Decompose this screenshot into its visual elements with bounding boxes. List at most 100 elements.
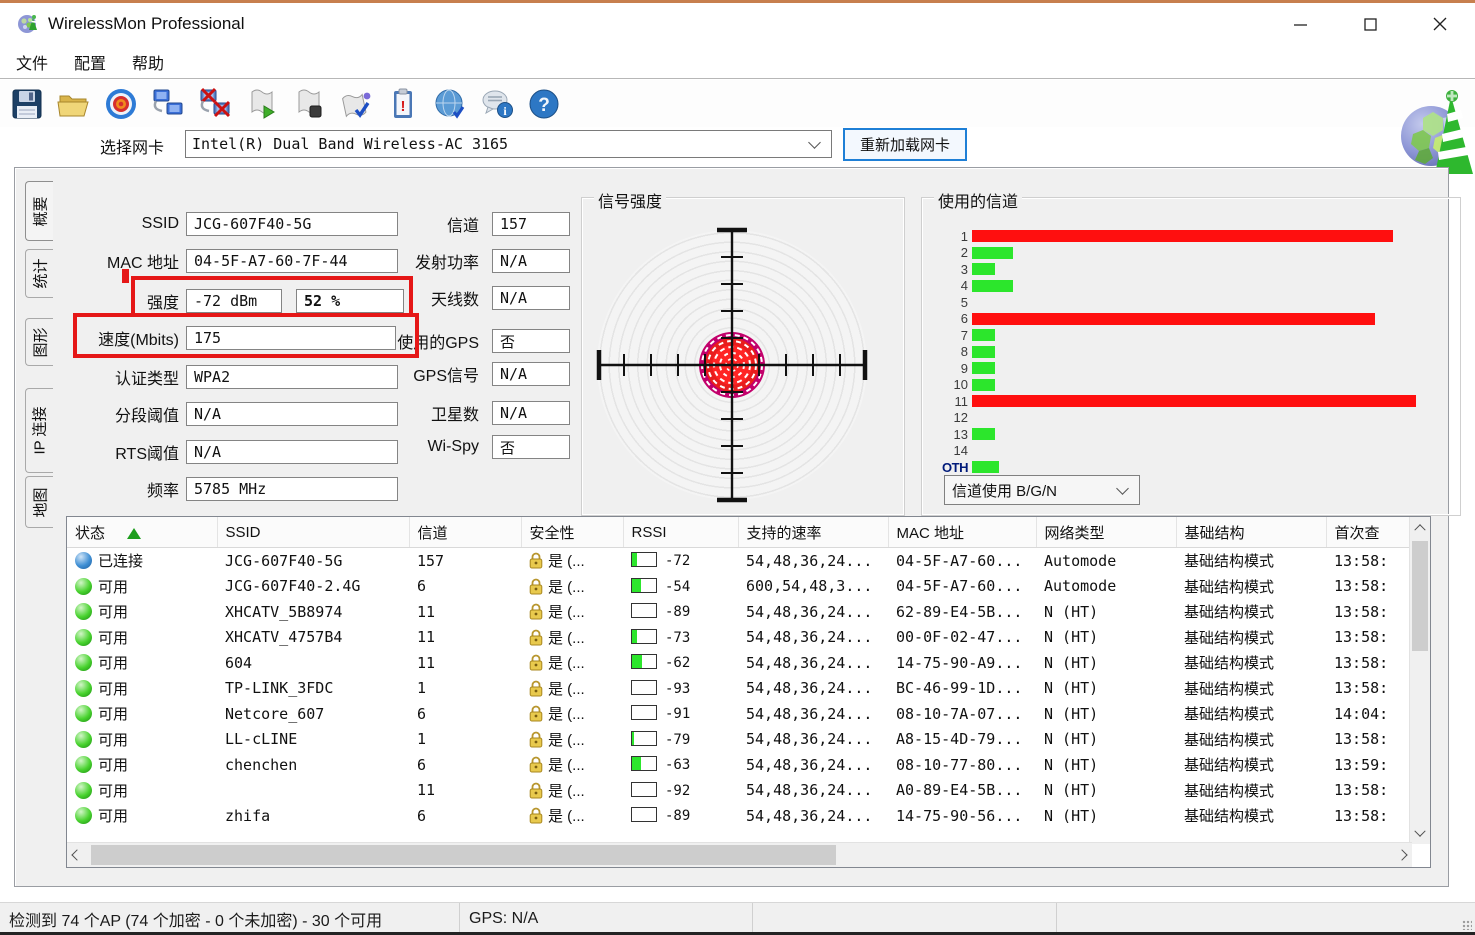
maximize-icon — [1363, 17, 1378, 32]
resize-grip[interactable] — [1462, 920, 1472, 930]
status-icon — [75, 603, 92, 620]
window-title: WirelessMon Professional — [48, 14, 245, 34]
web-check-button[interactable] — [430, 84, 470, 124]
col-security[interactable]: 安全性 — [521, 517, 623, 548]
table-row[interactable]: 可用11是 (...-9254,48,36,24...A0-89-E4-5B..… — [67, 778, 1411, 804]
channel-row: 9 — [930, 360, 1430, 377]
rssi-meter — [631, 654, 657, 669]
scroll-up-arrow[interactable] — [1410, 517, 1430, 537]
rssi-meter — [631, 603, 657, 618]
close-button[interactable] — [1405, 3, 1475, 45]
lock-icon — [529, 756, 543, 773]
channel-row: 6 — [930, 311, 1430, 328]
stop-logging-button[interactable] — [289, 84, 329, 124]
lock-icon — [529, 629, 543, 646]
col-rates[interactable]: 支持的速率 — [738, 517, 888, 548]
col-network-type[interactable]: 网络类型 — [1036, 517, 1176, 548]
tips-info-icon: i — [478, 86, 516, 122]
log-report-button[interactable] — [336, 84, 376, 124]
menu-help[interactable]: 帮助 — [122, 46, 174, 78]
satellites-value: N/A — [492, 401, 570, 425]
table-row[interactable]: 可用XHCATV_5B897411是 (...-8954,48,36,24...… — [67, 599, 1411, 625]
rssi-meter — [631, 629, 657, 644]
save-button[interactable] — [7, 84, 47, 124]
col-channel[interactable]: 信道 — [409, 517, 521, 548]
open-folder-icon — [56, 86, 92, 122]
vertical-scrollbar[interactable] — [1409, 517, 1430, 844]
alert-clipboard-icon: ! — [385, 86, 421, 122]
help-button[interactable]: ? — [524, 84, 564, 124]
channel-usage-bar — [972, 395, 1416, 407]
wirelessmon-window: WirelessMon Professional 文件 配置 帮助 — [0, 0, 1475, 935]
status-icon — [75, 578, 92, 595]
disconnect-adapter-button[interactable] — [195, 84, 235, 124]
start-logging-button[interactable] — [242, 84, 282, 124]
col-rssi[interactable]: RSSI — [623, 517, 738, 548]
table-row[interactable]: 可用LL-cLINE1是 (...-7954,48,36,24...A8-15-… — [67, 727, 1411, 753]
antennas-label: 天线数 — [329, 286, 479, 310]
vertical-scroll-thumb[interactable] — [1412, 541, 1428, 651]
rssi-meter — [631, 807, 657, 822]
scroll-down-arrow[interactable] — [1410, 824, 1430, 844]
channel-usage-bar — [972, 329, 995, 341]
channel-usage-bar — [972, 362, 995, 374]
help-icon: ? — [526, 86, 562, 122]
annotation-tick — [122, 269, 129, 283]
statusbar: 检测到 74 个AP (74 个加密 - 0 个未加密) - 30 个可用 GP… — [0, 902, 1475, 934]
frag-threshold-label: 分段阈值 — [24, 402, 179, 426]
rssi-meter — [631, 552, 657, 567]
scroll-left-arrow[interactable] — [67, 845, 87, 865]
target-button[interactable] — [101, 84, 141, 124]
channel-usage-bar — [972, 263, 995, 275]
table-row[interactable]: 可用60411是 (...-6254,48,36,24...14-75-90-A… — [67, 650, 1411, 676]
status-icon — [75, 705, 92, 722]
statusbar-ap-summary: 检测到 74 个AP (74 个加密 - 0 个未加密) - 30 个可用 — [0, 903, 460, 934]
status-icon — [75, 654, 92, 671]
col-mac[interactable]: MAC 地址 — [888, 517, 1036, 548]
app-icon — [16, 12, 40, 36]
table-header-row: 状态 SSID 信道 安全性 RSSI 支持的速率 MAC 地址 网络类型 基础… — [67, 517, 1411, 548]
col-ssid[interactable]: SSID — [217, 517, 409, 548]
minimize-button[interactable] — [1265, 3, 1335, 45]
channel-mode-value: 信道使用 B/G/N — [945, 480, 1118, 501]
table-row[interactable]: 可用XHCATV_4757B411是 (...-7354,48,36,24...… — [67, 625, 1411, 651]
horizontal-scrollbar[interactable] — [67, 842, 1412, 867]
alerts-button[interactable]: ! — [383, 84, 423, 124]
col-status[interactable]: 状态 — [67, 517, 217, 548]
channel-usage-bar — [972, 313, 1375, 325]
channel-row: 3 — [930, 261, 1430, 278]
channel-mode-dropdown[interactable]: 信道使用 B/G/N — [944, 475, 1140, 505]
tx-power-label: 发射功率 — [329, 249, 479, 273]
status-icon — [75, 680, 92, 697]
lock-icon — [529, 578, 543, 595]
horizontal-scroll-thumb[interactable] — [91, 845, 836, 865]
channel-usage-bar — [972, 230, 1393, 242]
menu-file[interactable]: 文件 — [6, 46, 58, 78]
adapter-combobox[interactable]: Intel(R) Dual Band Wireless-AC 3165 — [185, 130, 832, 158]
ap-table-frame: 状态 SSID 信道 安全性 RSSI 支持的速率 MAC 地址 网络类型 基础… — [66, 516, 1431, 868]
table-row[interactable]: 已连接JCG-607F40-5G157是 (...-7254,48,36,24.… — [67, 548, 1411, 574]
table-row[interactable]: 可用TP-LINK_3FDC1是 (...-9354,48,36,24...BC… — [67, 676, 1411, 702]
channel-usage-bar — [972, 247, 1013, 259]
table-row[interactable]: 可用chenchen6是 (...-6354,48,36,24...08-10-… — [67, 752, 1411, 778]
table-row[interactable]: 可用Netcore_6076是 (...-9154,48,36,24...08-… — [67, 701, 1411, 727]
maximize-button[interactable] — [1335, 3, 1405, 45]
scroll-right-arrow[interactable] — [1392, 845, 1412, 865]
menu-config[interactable]: 配置 — [64, 46, 116, 78]
disconnect-icon — [196, 86, 234, 122]
open-button[interactable] — [54, 84, 94, 124]
channel-usage-bar — [972, 346, 995, 358]
channel-row: 13 — [930, 426, 1430, 443]
table-row[interactable]: 可用zhifa6是 (...-8954,48,36,24...14-75-90-… — [67, 803, 1411, 829]
reload-adapter-button[interactable]: 重新加载网卡 — [843, 128, 967, 161]
statusbar-spacer-2 — [1057, 903, 1475, 934]
channel-row: 4 — [930, 278, 1430, 295]
lock-icon — [529, 680, 543, 697]
tips-button[interactable]: i — [477, 84, 517, 124]
table-row[interactable]: 可用JCG-607F40-2.4G6是 (...-54600,54,48,3..… — [67, 574, 1411, 600]
menubar: 文件 配置 帮助 — [0, 45, 1475, 79]
col-infrastructure[interactable]: 基础结构 — [1176, 517, 1326, 548]
connect-adapter-button[interactable] — [148, 84, 188, 124]
col-first-seen[interactable]: 首次查 — [1326, 517, 1411, 548]
rssi-meter — [631, 731, 657, 746]
